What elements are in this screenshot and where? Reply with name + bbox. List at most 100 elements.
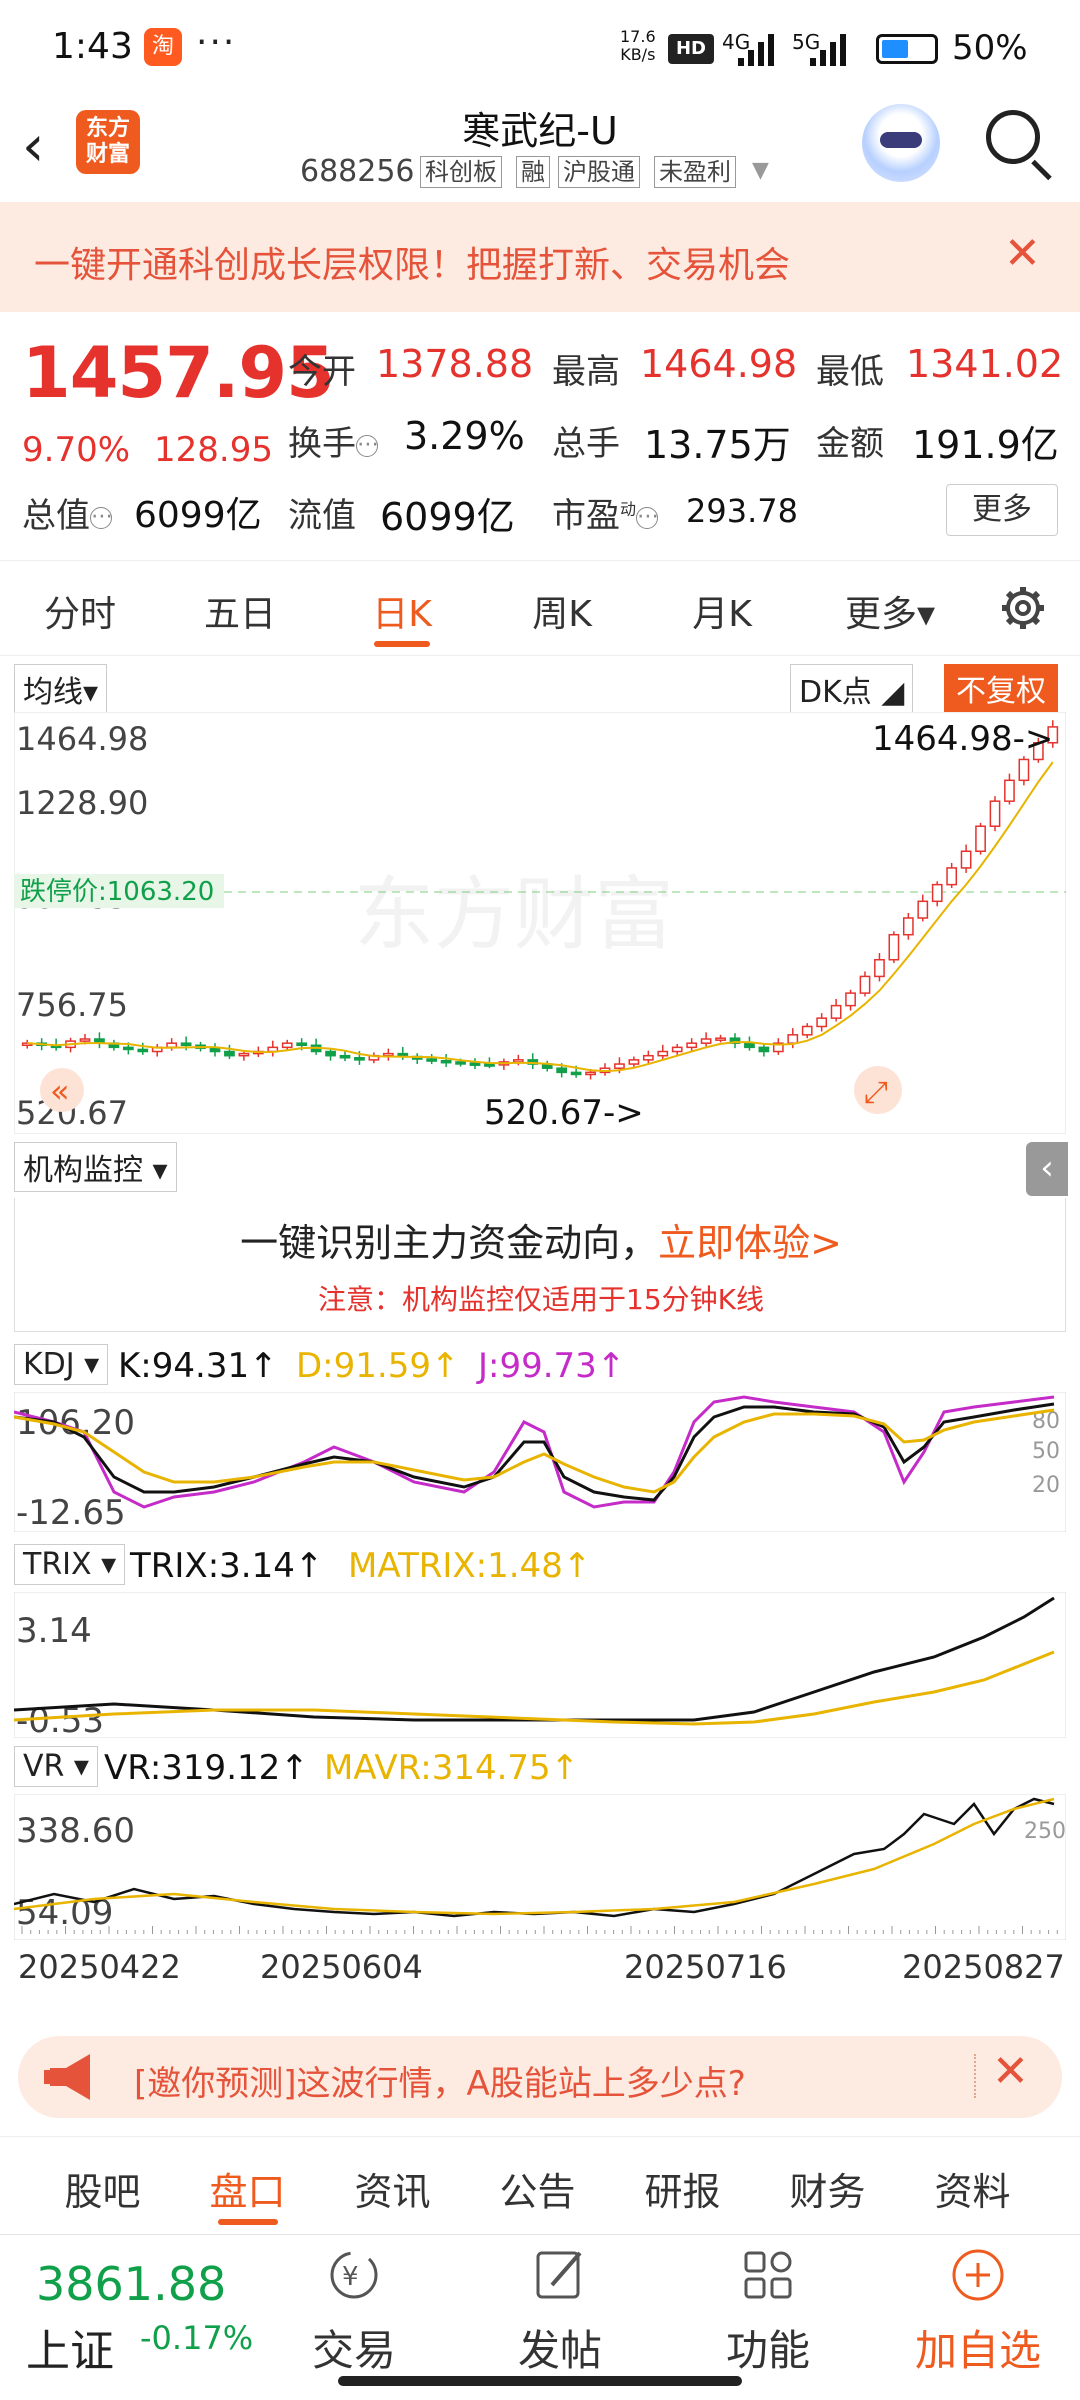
network-speed: 17.6 KB/s: [620, 27, 656, 64]
kdj-dropdown[interactable]: KDJ ▾: [14, 1344, 109, 1385]
stock-code: 688256: [300, 154, 415, 189]
y-tick-1: 1464.98: [16, 720, 148, 758]
stock-title: 寒武纪-U: [462, 109, 618, 153]
low-value: 1341.02: [906, 342, 1064, 386]
inst-monitor-dropdown[interactable]: 机构监控 ▾: [14, 1142, 177, 1192]
trix-chart[interactable]: 3.14 -0.53: [14, 1592, 1066, 1738]
y-tick-4: 756.75: [16, 986, 128, 1024]
inst-monitor-panel[interactable]: 一键识别主力资金动向，立即体验> 注意：机构监控仅适用于15分钟K线: [14, 1198, 1066, 1332]
matrix-value: MATRIX:1.48↑: [348, 1546, 592, 1586]
candle-body: [628, 1059, 640, 1065]
close-icon[interactable]: ✕: [1004, 228, 1041, 279]
float-value: 6099亿: [380, 495, 515, 539]
candle-body: [845, 992, 856, 1007]
candle-body: [570, 1071, 582, 1076]
search-icon[interactable]: [986, 110, 1040, 164]
collapse-panel-button[interactable]: ‹: [1026, 1142, 1068, 1196]
candle-body: [642, 1054, 654, 1061]
tab-daily-k[interactable]: 日K: [322, 585, 482, 637]
tab-news[interactable]: 资讯: [320, 2161, 465, 2216]
kdj-j-value: J:99.73↑: [478, 1346, 626, 1386]
turnover-value: 3.29%: [404, 414, 525, 458]
add-watchlist-label[interactable]: 加自选: [898, 2317, 1058, 2378]
candle-body: [137, 1048, 149, 1053]
eastmoney-logo[interactable]: 东方财富: [76, 110, 140, 174]
candle-body: [325, 1050, 336, 1057]
index-value[interactable]: 3861.88: [36, 2257, 226, 2311]
index-change[interactable]: -0.17%: [140, 2319, 253, 2357]
candle-body: [79, 1038, 91, 1042]
back-arrow-icon[interactable]: ‹: [22, 114, 44, 179]
tab-more[interactable]: 更多▾: [810, 585, 970, 637]
assistant-robot-icon[interactable]: [862, 104, 940, 182]
tab-weekly-k[interactable]: 周K: [482, 585, 642, 637]
tag-margin: 融: [516, 156, 550, 188]
promo-text[interactable]: 一键开通科创成长层权限！把握打新、交易机会: [34, 236, 790, 288]
x-tick-3: 20250716: [624, 1948, 787, 1986]
index-name[interactable]: 上证: [26, 2315, 114, 2379]
x-tick-4: 20250827: [902, 1948, 1065, 1986]
open-label: 今开: [288, 352, 356, 392]
candle-body: [339, 1054, 351, 1059]
tab-intraday[interactable]: 分时: [0, 585, 160, 637]
tab-finance[interactable]: 财务: [755, 2161, 900, 2216]
x-axis-labels: 20250422 20250604 20250716 20250827: [14, 1944, 1066, 1994]
tab-profile[interactable]: 资料: [900, 2161, 1045, 2216]
fullscreen-glyph: ⤢: [864, 1075, 888, 1110]
vr-level-250: 250: [1024, 1819, 1066, 1844]
tab-announcements[interactable]: 公告: [465, 2161, 610, 2216]
candle-body: [657, 1050, 669, 1057]
close-icon[interactable]: ✕: [992, 2046, 1029, 2097]
post-icon[interactable]: [530, 2245, 590, 2305]
candle-body: [224, 1050, 235, 1057]
vr-chart[interactable]: 338.60 54.09 250: [14, 1794, 1066, 1940]
gear-icon[interactable]: [998, 583, 1048, 633]
battery-percent: 50%: [952, 28, 1028, 68]
volume-label: 总手: [552, 424, 620, 464]
trix-dropdown[interactable]: TRIX ▾: [14, 1544, 126, 1585]
tags-expand-icon[interactable]: ▼: [752, 158, 769, 183]
taobao-app-icon: 淘: [144, 28, 182, 66]
inst-monitor-cta[interactable]: 一键识别主力资金动向，立即体验>: [15, 1212, 1067, 1267]
prediction-banner[interactable]: [邀你预测]这波行情，A股能站上多少点? ✕: [18, 2036, 1062, 2118]
candlestick-chart[interactable]: 东方财富 1464.98 1228.90 992.83 756.75 520.6…: [14, 712, 1066, 1134]
tab-monthly-k[interactable]: 月K: [642, 585, 802, 637]
change-percent: 9.70%: [22, 430, 131, 470]
no-adjust-button[interactable]: 不复权: [944, 664, 1058, 712]
candle-body: [700, 1038, 712, 1044]
candle-body: [874, 958, 885, 978]
prediction-text[interactable]: [邀你预测]这波行情，A股能站上多少点?: [134, 2056, 746, 2105]
candle-body: [931, 883, 943, 903]
kdj-chart[interactable]: 106.20 -12.65 80 50 20: [14, 1392, 1066, 1532]
ma-dropdown[interactable]: 均线▾: [14, 664, 108, 714]
candle-body: [455, 1061, 466, 1065]
vr-dropdown[interactable]: VR ▾: [14, 1746, 98, 1787]
tab-research[interactable]: 研报: [610, 2161, 755, 2216]
add-watchlist-icon[interactable]: [948, 2245, 1008, 2305]
candle-body: [382, 1052, 394, 1057]
high-label: 最高: [552, 352, 620, 392]
battery-icon: [876, 34, 938, 64]
candle-body: [614, 1063, 625, 1069]
trade-icon[interactable]: ¥: [324, 2245, 384, 2305]
candle-body: [1004, 779, 1015, 802]
tab-five-day[interactable]: 五日: [160, 585, 320, 637]
tab-guba[interactable]: 股吧: [30, 2161, 175, 2216]
candle-body: [296, 1042, 308, 1047]
promo-banner[interactable]: 一键开通科创成长层权限！把握打新、交易机会 ✕: [0, 202, 1080, 312]
kdj-level-20: 20: [1032, 1473, 1060, 1498]
tab-pankou[interactable]: 盘口: [175, 2161, 320, 2216]
more-button[interactable]: 更多: [946, 484, 1058, 536]
functions-label[interactable]: 功能: [688, 2317, 848, 2378]
dk-point-dropdown[interactable]: DK点 ◢: [790, 664, 914, 714]
candle-body: [238, 1052, 250, 1057]
status-time: 1:43: [52, 26, 133, 67]
float-label: 流值: [288, 496, 356, 536]
candle-body: [469, 1062, 481, 1066]
trade-label[interactable]: 交易: [274, 2317, 434, 2378]
amount-value: 191.9亿: [912, 423, 1059, 467]
functions-grid-icon[interactable]: [738, 2245, 798, 2305]
vr-bar: VR ▾ VR:319.12↑ MAVR:314.75↑: [14, 1744, 1066, 1794]
post-label[interactable]: 发帖: [480, 2317, 640, 2378]
y-tick-2: 1228.90: [16, 784, 148, 822]
